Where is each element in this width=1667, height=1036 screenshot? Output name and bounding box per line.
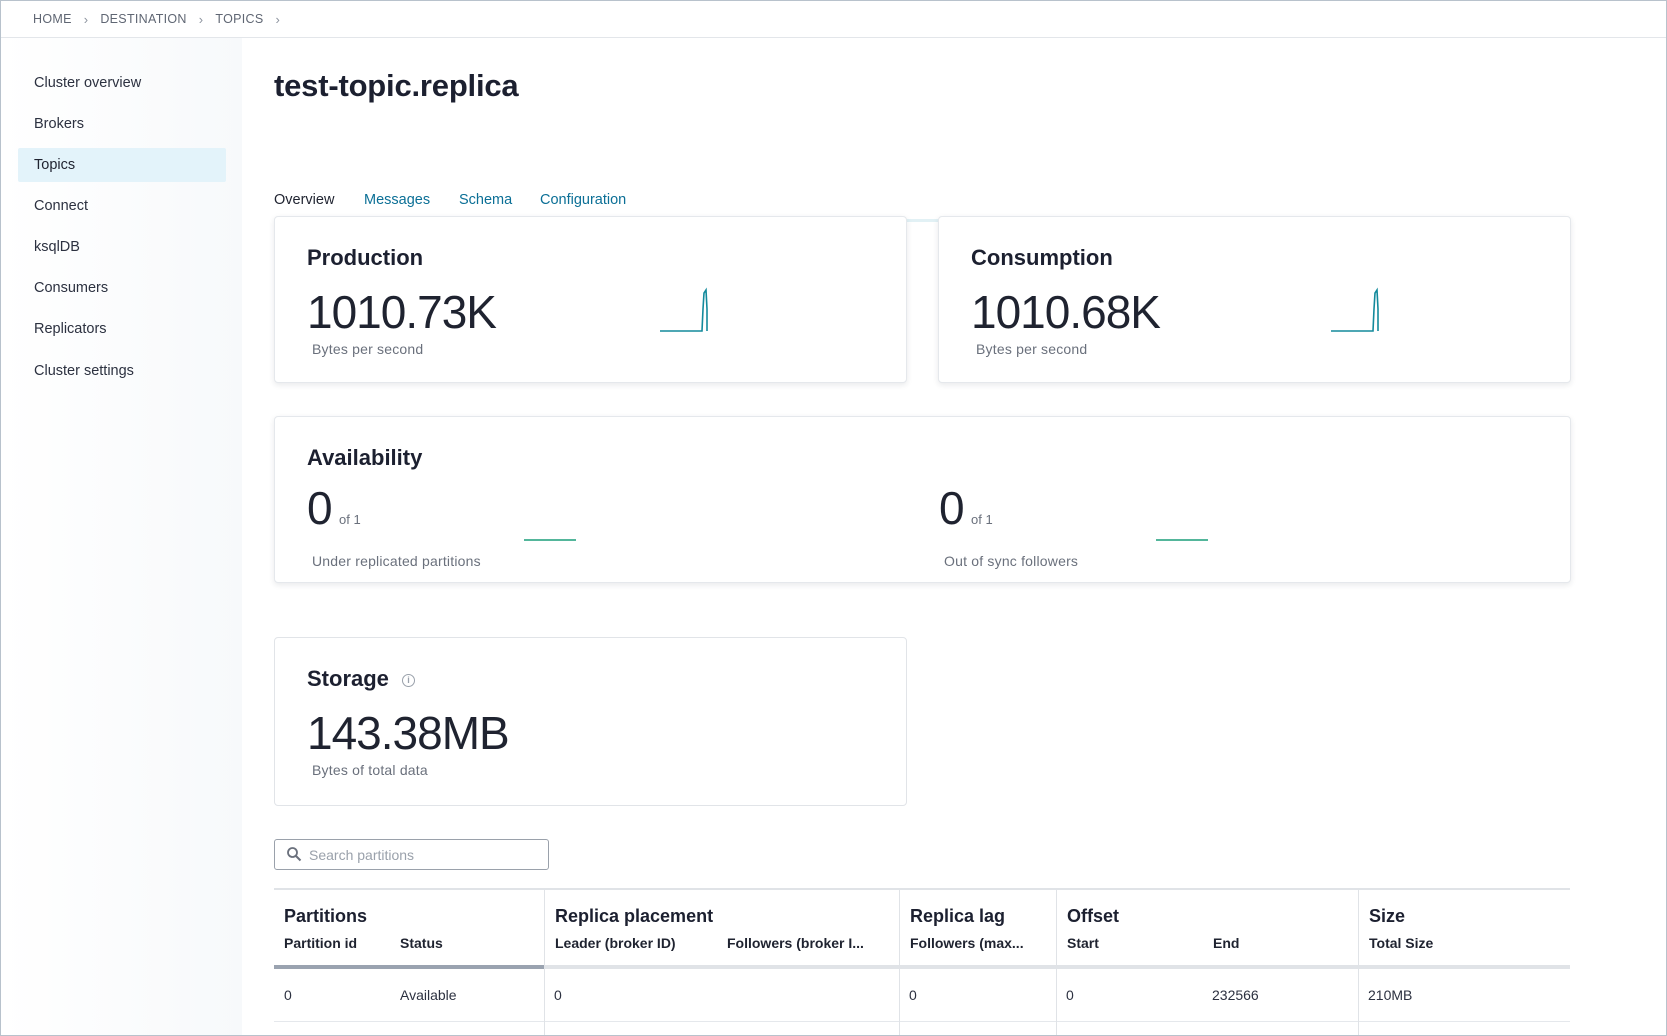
out-of-sync-sparkline [1156,539,1208,541]
production-label: Bytes per second [312,341,424,357]
sidebar-item-brokers[interactable]: Brokers [18,107,226,141]
sidebar: Cluster overview Brokers Topics Connect … [1,38,242,1035]
chevron-right-icon: › [198,11,204,27]
under-replicated-value: 0 [307,482,333,534]
under-replicated-of: of 1 [339,512,361,527]
out-of-sync-label: Out of sync followers [944,553,1079,569]
col-partition-id[interactable]: Partition id [284,935,357,951]
consumption-value: 1010.68K [971,286,1161,338]
col-total-size[interactable]: Total Size [1369,935,1433,951]
sidebar-item-topics[interactable]: Topics [18,148,226,182]
col-start[interactable]: Start [1067,935,1099,951]
production-sparkline [660,287,708,332]
col-followers[interactable]: Followers (broker I... [727,935,864,951]
column-divider [544,969,545,1035]
production-card: Production 1010.73K Bytes per second [274,216,907,383]
group-size-title: Size [1369,906,1406,926]
column-divider [899,969,900,1035]
tab-bar: Overview Messages Schema Configuration [274,153,1570,224]
col-followers-max-lag[interactable]: Followers (max... [910,935,1024,951]
page-title: test-topic.replica [274,68,519,103]
storage-title: Storage [307,666,389,691]
column-divider [1056,969,1057,1035]
sidebar-item-ksqldb[interactable]: ksqlDB [18,230,226,264]
consumption-card: Consumption 1010.68K Bytes per second [938,216,1571,383]
group-size: Size Total Size [1358,890,1570,969]
under-replicated-sparkline [524,539,576,541]
table-header: Partitions Partition id Status Replica p… [274,890,1570,969]
cell-offset-end: 232566 [1212,987,1259,1003]
under-replicated-label: Under replicated partitions [312,553,481,569]
column-divider [1358,969,1359,1035]
cell-offset-start: 0 [1066,987,1074,1003]
col-status[interactable]: Status [400,935,443,951]
cell-status: Available [400,987,457,1003]
storage-value: 143.38MB [307,707,510,759]
group-offset-title: Offset [1067,906,1120,926]
consumption-sparkline [1331,287,1379,332]
group-replica-placement: Replica placement Leader (broker ID) Fol… [544,890,899,969]
chevron-right-icon: › [275,11,281,27]
consumption-label: Bytes per second [976,341,1088,357]
search-icon [287,847,302,862]
sidebar-item-connect[interactable]: Connect [18,189,226,223]
breadcrumb-destination[interactable]: DESTINATION [100,12,186,26]
info-icon[interactable]: i [402,674,415,687]
breadcrumb: HOME › DESTINATION › TOPICS › [1,1,1666,38]
production-value: 1010.73K [307,286,497,338]
group-replica-lag-title: Replica lag [910,906,1006,926]
availability-card: Availability 0 of 1 Under replicated par… [274,416,1571,583]
group-replica-lag: Replica lag Followers (max... [899,890,1056,969]
table-row[interactable]: 0 Available 0 0 0 232566 210MB [274,969,1570,1022]
group-partitions: Partitions Partition id Status [274,890,544,969]
out-of-sync-of: of 1 [971,512,993,527]
sidebar-item-cluster-settings[interactable]: Cluster settings [18,354,226,388]
cell-total-size: 210MB [1368,987,1413,1003]
breadcrumb-home[interactable]: HOME [33,12,72,26]
production-title: Production [307,245,424,270]
storage-card: Storage i 143.38MB Bytes of total data [274,637,907,806]
search-box [274,839,549,870]
partitions-table: Partitions Partition id Status Replica p… [274,888,1570,1035]
group-replica-placement-title: Replica placement [555,906,714,926]
cell-leader: 0 [554,987,562,1003]
sidebar-item-consumers[interactable]: Consumers [18,271,226,305]
group-offset: Offset Start End [1056,890,1358,969]
cell-lag: 0 [909,987,917,1003]
storage-label: Bytes of total data [312,762,428,778]
chevron-right-icon: › [83,11,89,27]
col-leader[interactable]: Leader (broker ID) [555,935,676,951]
app-window: HOME › DESTINATION › TOPICS › Cluster ov… [0,0,1667,1036]
search-input[interactable] [309,840,539,869]
consumption-title: Consumption [971,245,1113,270]
col-end[interactable]: End [1213,935,1239,951]
sidebar-item-cluster-overview[interactable]: Cluster overview [18,66,226,100]
breadcrumb-topics[interactable]: TOPICS [215,12,263,26]
out-of-sync-value: 0 [939,482,965,534]
cell-partition-id: 0 [284,987,292,1003]
group-partitions-title: Partitions [284,906,368,926]
availability-title: Availability [307,445,423,470]
sidebar-item-replicators[interactable]: Replicators [18,312,226,346]
